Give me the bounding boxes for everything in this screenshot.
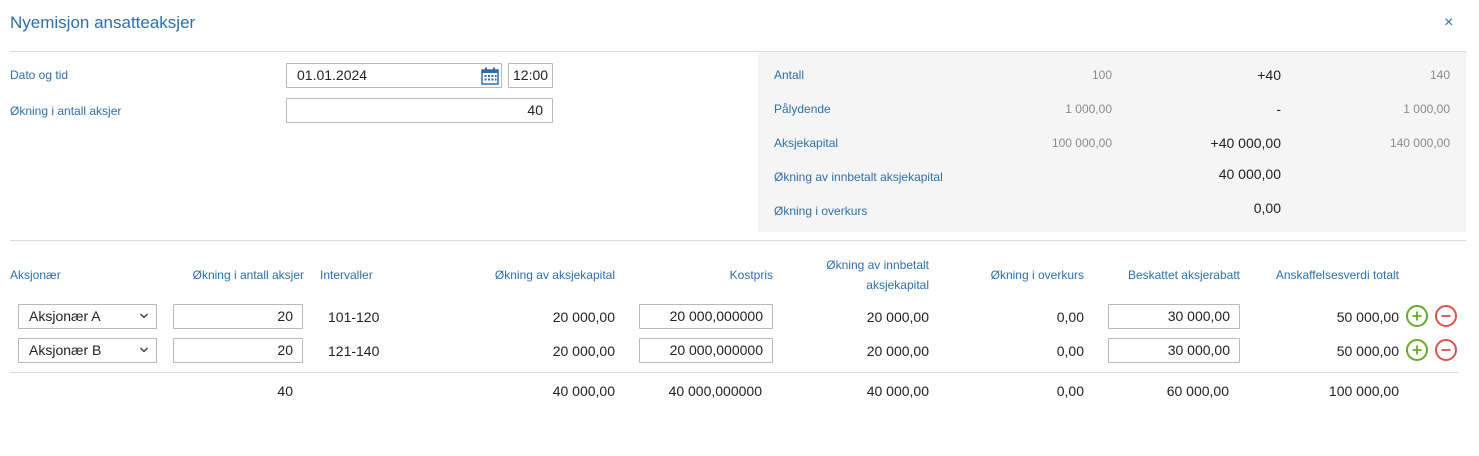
increase-input[interactable]: 40 (286, 98, 553, 123)
row-paid-in: 20 000,00 (866, 343, 929, 359)
minus-icon (1441, 315, 1451, 317)
col-header-intervals: Intervaller (320, 268, 373, 282)
summary-label-antall: Antall (774, 68, 805, 82)
row-paid-in: 20 000,00 (866, 309, 929, 325)
summary-before: 100 000,00 (1051, 136, 1112, 150)
summary-change: - (1276, 101, 1281, 117)
row-discount-value: 30 000,00 (1167, 342, 1230, 358)
summary-before: 1 000,00 (1065, 102, 1112, 116)
row-discount-input[interactable]: 30 000,00 (1108, 304, 1240, 329)
total-paid-in: 40 000,00 (866, 383, 929, 399)
date-input[interactable]: 01.01.2024 (286, 63, 502, 88)
totals-divider (10, 372, 1458, 373)
calendar-icon[interactable] (481, 67, 499, 85)
date-label: Dato og tid (10, 68, 69, 82)
total-cost: 40 000,000000 (668, 383, 762, 399)
increase-label: Økning i antall aksjer (10, 104, 122, 118)
row-cost-input[interactable]: 20 000,000000 (639, 338, 773, 363)
row-premium: 0,00 (1056, 309, 1084, 325)
summary-before: 100 (1091, 68, 1112, 82)
row-premium: 0,00 (1056, 343, 1084, 359)
shareholder-select[interactable]: Aksjonær B (18, 338, 157, 363)
shareholder-select[interactable]: Aksjonær A (18, 304, 157, 329)
summary-change: 0,00 (1253, 200, 1281, 216)
shareholder-value: Aksjonær B (29, 342, 102, 358)
add-row-button[interactable] (1406, 339, 1428, 361)
increase-value: 40 (527, 102, 543, 118)
summary-change: 40 000,00 (1218, 166, 1281, 182)
row-capital-increase: 20 000,00 (552, 343, 615, 359)
col-header-acq-total: Anskaffelsesverdi totalt (1275, 268, 1399, 282)
row-increase-input[interactable]: 20 (173, 304, 303, 329)
close-icon[interactable]: × (1444, 14, 1453, 32)
dialog-title: Nyemisjon ansatteaksjer (10, 13, 196, 32)
total-premium: 0,00 (1056, 383, 1084, 399)
row-discount-input[interactable]: 30 000,00 (1108, 338, 1240, 363)
summary-change: +40 000,00 (1210, 135, 1281, 151)
summary-change: +40 (1257, 67, 1281, 83)
row-cost-input[interactable]: 20 000,000000 (639, 304, 773, 329)
summary-label-aksjekapital: Aksjekapital (774, 136, 839, 150)
summary-after: 140 (1429, 68, 1450, 82)
summary-label-premium: Økning i overkurs (774, 204, 868, 218)
chevron-down-icon (140, 347, 148, 353)
row-acq-total: 50 000,00 (1336, 309, 1399, 325)
date-value: 01.01.2024 (297, 67, 368, 83)
col-header-cost: Kostpris (729, 268, 773, 282)
col-header-paid-in: Økning av innbetalt aksjekapital (780, 255, 929, 295)
row-discount-value: 30 000,00 (1167, 308, 1230, 324)
plus-icon (1412, 345, 1422, 355)
col-header-premium: Økning i overkurs (990, 268, 1084, 282)
row-increase-value: 20 (277, 342, 293, 358)
add-row-button[interactable] (1406, 305, 1428, 327)
shareholder-value: Aksjonær A (29, 308, 101, 324)
remove-row-button[interactable] (1435, 339, 1457, 361)
col-header-discount: Beskattet aksjerabatt (1127, 268, 1240, 282)
total-capital-increase: 40 000,00 (552, 383, 615, 399)
row-acq-total: 50 000,00 (1336, 343, 1399, 359)
col-header-increase: Økning i antall aksjer (192, 268, 304, 282)
col-header-paid-in-line1: Økning av innbetalt (826, 258, 929, 272)
minus-icon (1441, 349, 1451, 351)
summary-label-palydende: Pålydende (774, 102, 831, 116)
total-acq-total: 100 000,00 (1328, 383, 1399, 399)
summary-after: 1 000,00 (1403, 102, 1450, 116)
remove-row-button[interactable] (1435, 305, 1457, 327)
time-value: 12:00 (513, 67, 549, 83)
summary-label-paid-in: Økning av innbetalt aksjekapital (774, 170, 943, 184)
col-header-capital-increase: Økning av aksjekapital (494, 268, 615, 282)
row-increase-input[interactable]: 20 (173, 338, 303, 363)
summary-after: 140 000,00 (1389, 136, 1450, 150)
row-capital-increase: 20 000,00 (552, 309, 615, 325)
row-cost-value: 20 000,000000 (669, 342, 763, 358)
col-header-paid-in-line2: aksjekapital (866, 278, 929, 292)
row-cost-value: 20 000,000000 (669, 308, 763, 324)
total-discount: 60 000,00 (1166, 383, 1229, 399)
total-increase: 40 (277, 383, 293, 399)
col-header-shareholder: Aksjonær (10, 268, 61, 282)
row-interval: 101-120 (328, 309, 380, 325)
row-increase-value: 20 (277, 308, 293, 324)
chevron-down-icon (140, 313, 148, 319)
section-divider (10, 240, 1466, 241)
row-interval: 121-140 (328, 343, 380, 359)
plus-icon (1412, 311, 1422, 321)
time-input[interactable]: 12:00 (508, 63, 553, 88)
